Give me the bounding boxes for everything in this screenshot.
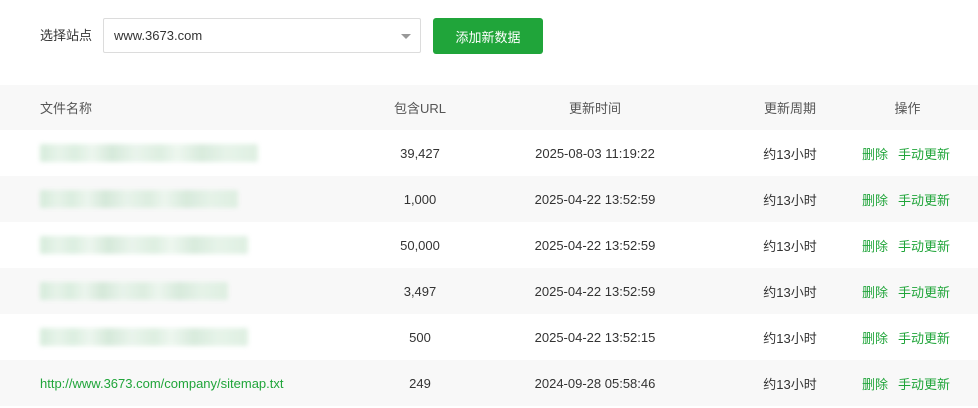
url-count-cell: 3,497 [403, 283, 437, 299]
manual-update-link[interactable]: 手动更新 [898, 144, 950, 163]
site-select-value: www.3673.com [114, 28, 203, 43]
delete-link[interactable]: 删除 [862, 374, 888, 393]
update-time-cell: 2025-04-22 13:52:59 [534, 283, 656, 299]
file-name-cell [40, 130, 360, 176]
update-time-cell: 2025-04-22 13:52:15 [534, 329, 656, 345]
manual-update-link[interactable]: 手动更新 [898, 282, 950, 301]
actions-cell: 删除 手动更新 [862, 268, 972, 314]
file-name-link[interactable]: http://www.3673.com/company/sitemap.txt [40, 376, 284, 391]
table-row: 3,497 2025-04-22 13:52:59 约13小时 删除 手动更新 [0, 268, 978, 314]
url-count-cell: 249 [409, 375, 431, 391]
delete-link[interactable]: 删除 [862, 190, 888, 209]
update-time-cell: 2025-04-22 13:52:59 [534, 237, 656, 253]
header-url-count: 包含URL [393, 101, 446, 116]
file-name-redacted [40, 190, 238, 208]
update-cycle-cell: 约13小时 [763, 330, 817, 346]
actions-cell: 删除 手动更新 [862, 222, 972, 268]
header-file-name: 文件名称 [40, 101, 93, 116]
delete-link[interactable]: 删除 [862, 328, 888, 347]
update-cycle-cell: 约13小时 [763, 238, 817, 254]
manual-update-link[interactable]: 手动更新 [898, 236, 950, 255]
url-count-cell: 500 [409, 329, 431, 345]
manual-update-link[interactable]: 手动更新 [898, 328, 950, 347]
actions-cell: 删除 手动更新 [862, 130, 972, 176]
url-count-cell: 39,427 [400, 145, 440, 161]
update-time-cell: 2024-09-28 05:58:46 [534, 375, 656, 391]
file-name-redacted [40, 328, 248, 346]
site-select[interactable]: www.3673.com [103, 18, 421, 53]
toolbar: 选择站点 www.3673.com 添加新数据 [0, 0, 978, 85]
update-time-cell: 2025-08-03 11:19:22 [535, 145, 655, 161]
delete-link[interactable]: 删除 [862, 144, 888, 163]
table-row: 500 2025-04-22 13:52:15 约13小时 删除 手动更新 [0, 314, 978, 360]
table-row: 1,000 2025-04-22 13:52:59 约13小时 删除 手动更新 [0, 176, 978, 222]
manual-update-link[interactable]: 手动更新 [898, 374, 950, 393]
update-cycle-cell: 约13小时 [763, 376, 817, 392]
url-count-cell: 50,000 [400, 237, 440, 253]
file-name-cell [40, 314, 360, 360]
table-row: 50,000 2025-04-22 13:52:59 约13小时 删除 手动更新 [0, 222, 978, 268]
update-cycle-cell: 约13小时 [763, 284, 817, 300]
url-count-cell: 1,000 [403, 191, 437, 207]
update-time-cell: 2025-04-22 13:52:59 [534, 191, 656, 207]
file-name-cell [40, 268, 360, 314]
table-row: 39,427 2025-08-03 11:19:22 约13小时 删除 手动更新 [0, 130, 978, 176]
file-name-redacted [40, 144, 258, 162]
actions-cell: 删除 手动更新 [862, 360, 972, 406]
file-name-redacted [40, 236, 248, 254]
file-name-redacted [40, 282, 228, 300]
header-update-cycle: 更新周期 [763, 101, 816, 116]
caret-down-icon [401, 34, 411, 39]
table-header-row: 文件名称 包含URL 更新时间 更新周期 操作 [0, 85, 978, 130]
delete-link[interactable]: 删除 [862, 282, 888, 301]
update-cycle-cell: 约13小时 [763, 146, 817, 162]
delete-link[interactable]: 删除 [862, 236, 888, 255]
update-cycle-cell: 约13小时 [763, 192, 817, 208]
actions-cell: 删除 手动更新 [862, 314, 972, 360]
add-data-button[interactable]: 添加新数据 [433, 18, 543, 54]
sitemap-table: 文件名称 包含URL 更新时间 更新周期 操作 39,427 2025-08-0… [0, 85, 978, 406]
file-name-cell [40, 222, 360, 268]
header-actions: 操作 [894, 101, 921, 116]
site-select-label: 选择站点 [40, 28, 93, 43]
file-name-cell: http://www.3673.com/company/sitemap.txt [40, 360, 360, 406]
header-update-time: 更新时间 [568, 101, 621, 116]
table-row: http://www.3673.com/company/sitemap.txt … [0, 360, 978, 406]
manual-update-link[interactable]: 手动更新 [898, 190, 950, 209]
actions-cell: 删除 手动更新 [862, 176, 972, 222]
file-name-cell [40, 176, 360, 222]
